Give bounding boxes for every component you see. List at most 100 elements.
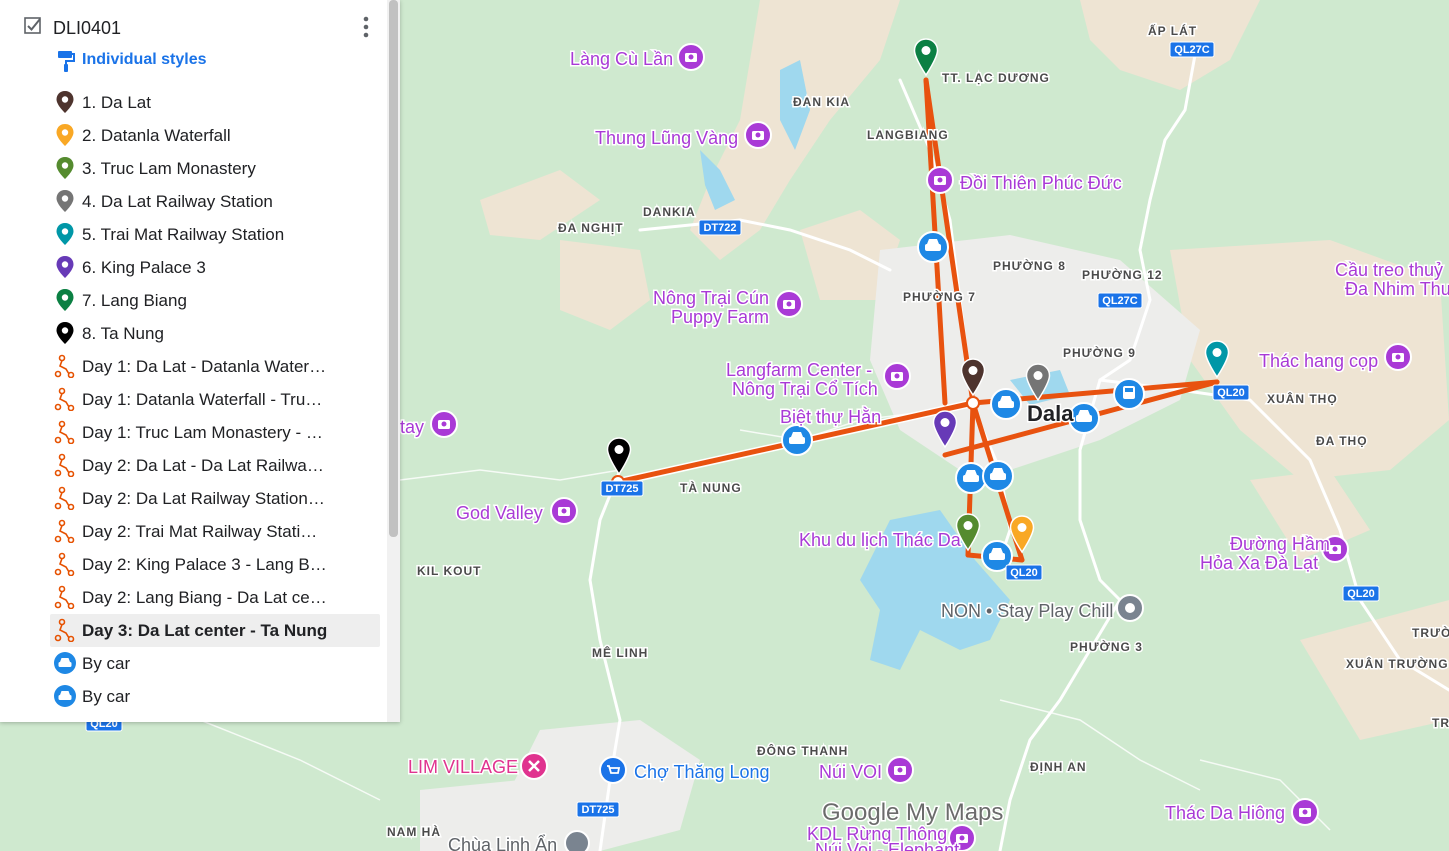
- feature-list-item[interactable]: 8. Ta Nung: [50, 317, 380, 350]
- poi-label: Thác Da Hiông: [1165, 803, 1285, 823]
- feature-list-item[interactable]: Day 1: Da Lat - Datanla Water…: [50, 350, 380, 383]
- road-shield: QL20: [1217, 387, 1245, 399]
- place-label: XUÂN TRƯỜNG: [1346, 656, 1449, 671]
- feature-list-item[interactable]: Day 2: Lang Biang - Da Lat ce…: [50, 581, 380, 614]
- map-pin-icon: [56, 91, 74, 113]
- poi-label: Núi VOI: [819, 762, 882, 782]
- route-line-icon: [54, 387, 75, 411]
- camera-icon: [677, 43, 705, 71]
- feature-list: 1. Da Lat 2. Datanla Waterfall 3. Truc Lam…: [50, 86, 380, 713]
- camera-icon: [883, 362, 911, 390]
- feature-list-item[interactable]: 3. Truc Lam Monastery: [50, 152, 380, 185]
- route-line-icon: [54, 486, 75, 510]
- car-marker-icon: [982, 460, 1014, 492]
- car-marker-icon: [917, 231, 949, 263]
- place-label: NAM HÀ: [387, 824, 441, 839]
- feature-list-item[interactable]: 2. Datanla Waterfall: [50, 119, 380, 152]
- lim-village-icon: [520, 752, 548, 780]
- map-pin-icon: [56, 223, 74, 245]
- camera-icon: [886, 756, 914, 784]
- poi-label: Thác hang cọp: [1259, 351, 1378, 371]
- feature-list-item-label: Day 1: Datanla Waterfall - Tru…: [82, 390, 323, 409]
- more-vert-icon[interactable]: [358, 14, 374, 40]
- feature-list-item[interactable]: By car: [50, 647, 380, 680]
- camera-icon: [775, 290, 803, 318]
- feature-list-item-label: 4. Da Lat Railway Station: [82, 192, 273, 211]
- scrollbar-thumb[interactable]: [389, 0, 398, 537]
- place-label: PHƯỜNG 3: [1070, 639, 1143, 654]
- individual-styles-label: Individual styles: [82, 51, 207, 68]
- layer-header: DLI0401: [24, 14, 384, 42]
- place-label: DANKIA: [643, 205, 696, 219]
- poi-label: Langfarm Center -: [726, 360, 872, 380]
- shopping-cart-icon: [599, 756, 627, 784]
- place-label-poi: tay: [400, 417, 424, 437]
- road-shield: DT725: [605, 483, 638, 495]
- feature-list-item[interactable]: 5. Trai Mat Railway Station: [50, 218, 380, 251]
- feature-list-item-label: 5. Trai Mat Railway Station: [82, 225, 285, 244]
- feature-list-item[interactable]: 1. Da Lat: [50, 86, 380, 119]
- feature-list-item-label: Day 2: King Palace 3 - Lang B…: [82, 555, 327, 574]
- car-marker-icon: [781, 424, 813, 456]
- place-label: TT. LẠC DƯƠNG: [942, 71, 1050, 85]
- place-label: TRƯỜ: [1412, 625, 1449, 640]
- feature-list-item[interactable]: By car: [50, 680, 380, 713]
- scrollbar[interactable]: [387, 0, 400, 722]
- feature-list-item-label: 2. Datanla Waterfall: [82, 126, 231, 145]
- place-label: TR: [1432, 716, 1449, 730]
- place-label: ĐA NGHỊT: [558, 221, 624, 235]
- map-pin-icon: [56, 157, 74, 179]
- feature-list-item-label: Day 2: Da Lat - Da Lat Railwa…: [82, 456, 324, 475]
- place-label: ĐAN KIA: [793, 95, 850, 109]
- layer-panel: DLI0401 Individual styles 1. Da Lat 2. Da…: [0, 0, 400, 722]
- poi-label-gray: NON • Stay Play Chill: [941, 601, 1113, 621]
- feature-list-item[interactable]: 4. Da Lat Railway Station: [50, 185, 380, 218]
- feature-list-item-label: 7. Lang Biang: [82, 291, 187, 310]
- feature-list-item[interactable]: Day 2: Trai Mat Railway Stati…: [50, 515, 380, 548]
- car-marker-icon: [1068, 402, 1100, 434]
- route-line-icon: [54, 585, 75, 609]
- poi-label: Đa Nhim Thu: [1345, 279, 1449, 299]
- poi-label-gray: Chùa Linh Ẩn: [448, 834, 557, 851]
- poi-label: Biệt thự Hằn: [780, 406, 881, 427]
- camera-icon: [926, 166, 954, 194]
- google-my-maps-watermark: Google My Maps: [822, 799, 1003, 826]
- road-shield: QL20: [1347, 588, 1375, 600]
- place-label: ĐỊNH AN: [1030, 760, 1087, 774]
- camera-icon: [550, 497, 578, 525]
- place-label: TÀ NUNG: [680, 480, 742, 495]
- feature-list-item[interactable]: Day 2: Da Lat Railway Station…: [50, 482, 380, 515]
- poi-label: Nông Trại Cổ Tích: [732, 379, 878, 399]
- feature-list-item[interactable]: 6. King Palace 3: [50, 251, 380, 284]
- feature-list-item[interactable]: Day 2: King Palace 3 - Lang B…: [50, 548, 380, 581]
- car-icon: [54, 685, 76, 707]
- feature-list-item-label: Day 2: Trai Mat Railway Stati…: [82, 522, 318, 541]
- checkbox-icon[interactable]: [24, 17, 41, 34]
- poi-label: Núi Voi - Elephant: [815, 840, 959, 851]
- poi-label: Khu du lịch Thác Da: [799, 530, 962, 550]
- place-label: PHƯỜNG 9: [1063, 345, 1136, 360]
- route-line-icon: [54, 552, 75, 576]
- map-pin-icon: [56, 124, 74, 146]
- route-line-icon: [54, 519, 75, 543]
- car-icon: [54, 652, 76, 674]
- feature-list-item-label: Day 1: Da Lat - Datanla Water…: [82, 357, 327, 376]
- place-label: ĐÔNG THANH: [757, 743, 848, 758]
- place-label: MÊ LINH: [592, 645, 648, 660]
- poi-label: Nông Trại Cún: [653, 288, 769, 308]
- feature-list-item[interactable]: Day 1: Datanla Waterfall - Tru…: [50, 383, 380, 416]
- feature-list-item[interactable]: Day 2: Da Lat - Da Lat Railwa…: [50, 449, 380, 482]
- feature-list-item[interactable]: Day 1: Truc Lam Monastery - …: [50, 416, 380, 449]
- place-label: KIL KOUT: [417, 564, 481, 578]
- poi-label-market: Chợ Thăng Long: [634, 762, 770, 782]
- place-label: PHƯỜNG 8: [993, 258, 1066, 273]
- map-pin-icon: [56, 190, 74, 212]
- camera-icon: [430, 410, 458, 438]
- feature-list-item-label: Day 3: Da Lat center - Ta Nung: [82, 621, 328, 640]
- route-line-icon: [54, 453, 75, 477]
- road-shield: QL20: [1010, 567, 1038, 579]
- feature-list-item[interactable]: Day 3: Da Lat center - Ta Nung: [50, 614, 380, 647]
- road-shield: QL27C: [1102, 295, 1138, 307]
- place-label: PHƯỜNG 7: [903, 289, 976, 304]
- feature-list-item[interactable]: 7. Lang Biang: [50, 284, 380, 317]
